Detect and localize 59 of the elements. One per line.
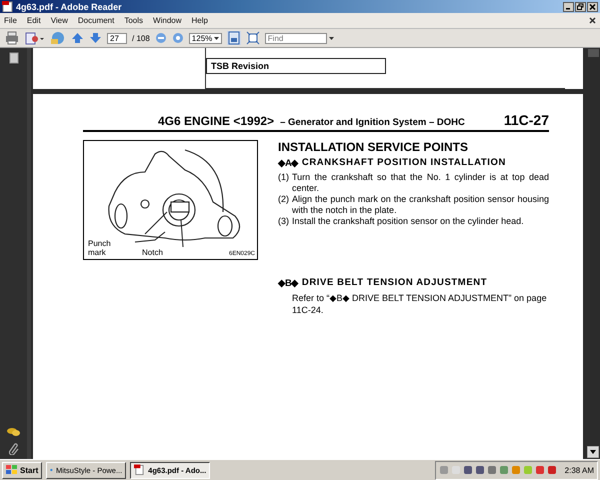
menu-item[interactable]: Document — [78, 16, 114, 25]
start-button[interactable]: Start — [2, 462, 42, 478]
windows-logo-icon[interactable] — [6, 465, 17, 475]
tray-icon[interactable] — [462, 465, 473, 475]
document-caret-icon[interactable] — [25, 31, 45, 45]
fit-page-icon[interactable] — [246, 31, 260, 45]
tsb-revision-box: TSB Revision — [206, 58, 386, 74]
scroll-bar[interactable] — [586, 48, 600, 459]
step-number: (2) — [278, 194, 289, 206]
caret-icon[interactable] — [214, 36, 219, 40]
minimize-button[interactable] — [563, 2, 574, 12]
restore-button[interactable] — [575, 2, 586, 12]
page-code: 11C-27 — [504, 112, 549, 128]
pdf-file-icon[interactable] — [2, 1, 13, 12]
tray-icon[interactable] — [534, 465, 545, 475]
step-text: Align the punch mark on the crankshaft position sensor housing with the notch in the plate. — [292, 194, 549, 216]
page-view-icon[interactable] — [226, 31, 241, 45]
step-number: (1) — [278, 172, 289, 184]
menu-item[interactable]: Window — [153, 16, 182, 25]
step-number: (3) — [278, 216, 289, 227]
step-text: Turn the crankshaft so that the No. 1 cylinder is at top dead center. — [292, 172, 549, 194]
down-arrow-icon[interactable] — [89, 31, 102, 45]
window-title: 4g63.pdf - Adobe Reader — [16, 2, 123, 12]
up-arrow-icon[interactable] — [71, 31, 84, 45]
pages-icon[interactable] — [8, 52, 18, 64]
section-marker: ◆A◆ — [278, 157, 298, 169]
tray-icon[interactable] — [498, 465, 509, 475]
menu-item[interactable]: Edit — [26, 16, 41, 25]
clock: 2:38 AM — [564, 466, 594, 474]
menu-item[interactable]: View — [50, 16, 68, 25]
printer-icon[interactable] — [4, 31, 20, 45]
section-marker: ◆B◆ — [278, 277, 298, 289]
caret-icon[interactable] — [328, 36, 334, 40]
close-button[interactable] — [587, 2, 598, 12]
callout-label: Notch — [142, 248, 163, 257]
paperclip-icon[interactable] — [8, 443, 18, 455]
scroll-down-arrow-icon[interactable] — [587, 446, 599, 458]
subsection-heading: DRIVE BELT TENSION ADJUSTMENT — [302, 277, 488, 289]
engine-heading: 4G6 ENGINE <1992> — [158, 114, 274, 128]
scroll-thumb[interactable] — [588, 49, 598, 57]
zoom-dropdown[interactable]: 125% — [188, 32, 222, 44]
zoom-in-icon[interactable] — [172, 32, 184, 44]
find-field[interactable]: Find — [264, 32, 327, 44]
subsection-heading: CRANKSHAFT POSITION INSTALLATION — [302, 157, 506, 169]
menu-item[interactable]: File — [4, 16, 17, 25]
speech-bubbles-icon[interactable] — [7, 427, 20, 437]
zoom-out-icon[interactable] — [154, 32, 167, 44]
step-text: Install the crankshaft position sensor on the cylinder head. — [292, 216, 525, 227]
tray-icon[interactable] — [546, 465, 557, 475]
close-icon[interactable] — [589, 17, 596, 24]
page-count: / 108 — [132, 34, 150, 42]
paragraph: Refer to “◆B◆ DRIVE BELT TENSION ADJUSTMENT” on page 11C-24. — [291, 292, 548, 316]
tray-icon[interactable] — [486, 465, 497, 475]
section-subtitle: – Generator and Ignition System – DOHC — [280, 117, 466, 128]
menu-item[interactable]: Help — [192, 16, 208, 25]
tray-icon[interactable] — [474, 465, 485, 475]
section-heading: INSTALLATION SERVICE POINTS — [278, 140, 470, 154]
page-number-field[interactable]: 27 — [107, 32, 127, 44]
menu-item[interactable]: Tools — [124, 16, 144, 25]
